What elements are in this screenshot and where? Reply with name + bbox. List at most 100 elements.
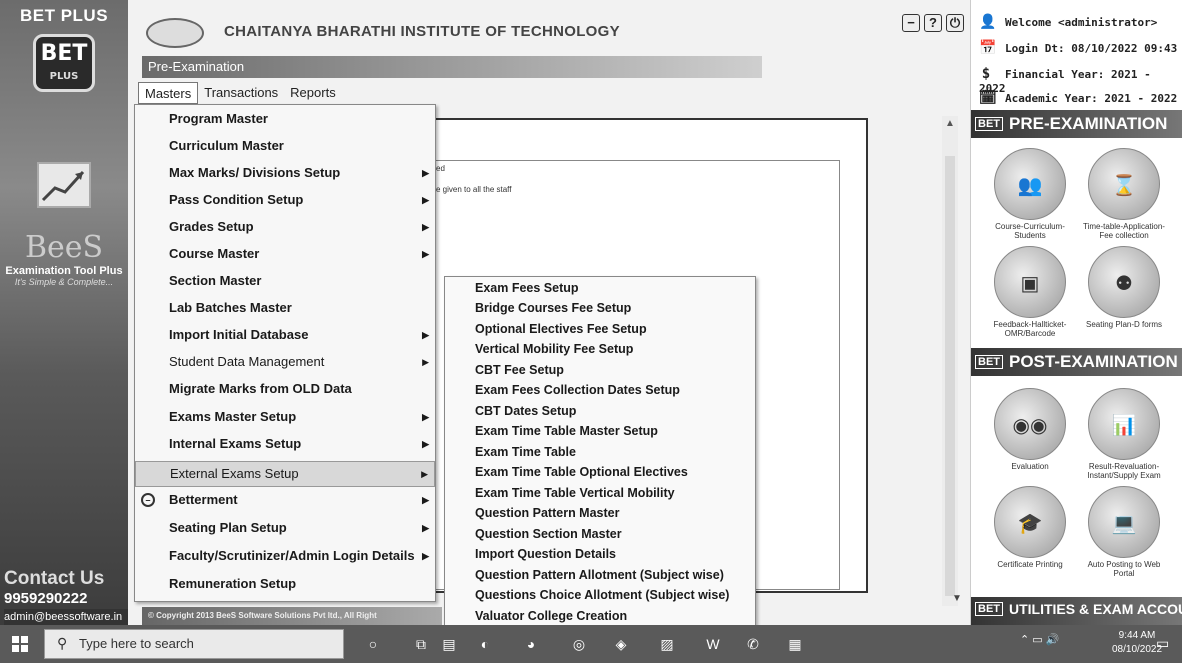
minimize-icon[interactable]: − <box>902 14 920 32</box>
betterment-icon: – <box>141 493 155 507</box>
menu-item-migrate-marks[interactable]: Migrate Marks from OLD Data <box>135 377 435 403</box>
omr-scanner-icon: ▣ <box>994 246 1066 318</box>
menu-item-internal-exams-setup[interactable]: Internal Exams Setup ▶ <box>135 432 435 458</box>
post-examination-header[interactable]: BET POST-EXAMINATION <box>971 348 1182 376</box>
menu-item-course-master[interactable]: Course Master ▶ <box>135 242 435 268</box>
submenu-item-question-section-master[interactable]: Question Section Master <box>475 527 622 541</box>
windows-start-icon[interactable] <box>12 636 28 652</box>
module-certificate-printing[interactable]: 🎓 Certificate Printing <box>985 486 1075 569</box>
help-icon[interactable]: ? <box>924 14 942 32</box>
content-scrollbar[interactable]: ▲ <box>942 116 958 606</box>
contact-block: Contact Us 9959290222 admin@beessoftware… <box>0 568 128 625</box>
module-title-bar: Pre-Examination <box>142 56 762 78</box>
submenu-arrow-icon: ▶ <box>422 523 429 533</box>
submenu-item-bridge-courses-fee[interactable]: Bridge Courses Fee Setup <box>475 301 631 315</box>
module-seating-plan[interactable]: ⚉ Seating Plan-D forms <box>1079 246 1169 329</box>
taskbar-clock[interactable]: 9:44 AM 08/10/2022 <box>1112 629 1162 657</box>
module-time-table[interactable]: ⌛ Time-table-Application-Fee collection <box>1079 148 1169 240</box>
module-auto-posting[interactable]: 💻 Auto Posting to Web Portal <box>1079 486 1169 578</box>
submenu-item-time-table-vertical-mobility[interactable]: Exam Time Table Vertical Mobility <box>475 486 675 500</box>
menu-item-student-data-management[interactable]: Student Data Management ▶ <box>135 350 435 376</box>
menu-item-section-master[interactable]: Section Master <box>135 269 435 295</box>
academic-calendar-icon: 🗓 <box>979 90 997 106</box>
chrome-icon[interactable]: ◎ <box>568 634 590 654</box>
photos-icon[interactable]: ▨ <box>656 634 678 654</box>
institute-logo <box>146 18 204 48</box>
menu-item-seating-plan[interactable]: Seating Plan Setup ▶ <box>135 516 435 542</box>
institute-name: CHAITANYA BHARATHI INSTITUTE OF TECHNOLO… <box>224 23 620 40</box>
submenu-arrow-icon: ▶ <box>422 439 429 449</box>
menu-item-lab-batches[interactable]: Lab Batches Master <box>135 296 435 322</box>
menu-item-max-marks[interactable]: Max Marks/ Divisions Setup ▶ <box>135 161 435 187</box>
menu-item-import-initial-database[interactable]: Import Initial Database ▶ <box>135 323 435 349</box>
module-evaluation[interactable]: ◉◉ Evaluation <box>985 388 1075 471</box>
submenu-item-exam-fees-setup[interactable]: Exam Fees Setup <box>475 281 579 295</box>
product-slogan: It's Simple & Complete... <box>14 277 114 287</box>
menu-item-faculty-login-details[interactable]: Faculty/Scrutinizer/Admin Login Details ▶ <box>135 544 435 570</box>
word-icon[interactable]: W <box>702 634 724 654</box>
power-icon[interactable]: ⏻ <box>946 14 964 32</box>
copyright-footer: © Copyright 2013 BeeS Software Solutions… <box>142 607 442 625</box>
menu-item-betterment[interactable]: – Betterment ▶ <box>135 488 435 514</box>
submenu-arrow-icon: ▶ <box>422 249 429 259</box>
scrollbar-thumb[interactable] <box>945 156 955 596</box>
submenu-arrow-icon: ▶ <box>422 168 429 178</box>
submenu-arrow-icon: ▶ <box>421 469 428 479</box>
submenu-item-optional-electives-fee[interactable]: Optional Electives Fee Setup <box>475 322 647 336</box>
certificate-icon: 🎓 <box>994 486 1066 558</box>
academic-year-row: 🗓 Academic Year: 2021 - 2022 <box>979 90 1178 106</box>
menu-reports[interactable]: Reports <box>284 82 342 104</box>
bees-logo: BeeS <box>24 230 104 265</box>
edge-icon[interactable]: ◐ <box>474 634 496 654</box>
utilities-header[interactable]: BETUTILITIES & EXAM ACCOUNT <box>971 597 1182 625</box>
app-icon[interactable]: ◈ <box>610 634 632 654</box>
submenu-item-valuator-college-creation[interactable]: Valuator College Creation <box>475 609 627 623</box>
scroll-down-icon[interactable]: ▼ <box>952 593 962 604</box>
students-icon: 👥 <box>994 148 1066 220</box>
submenu-item-fees-collection-dates[interactable]: Exam Fees Collection Dates Setup <box>475 383 680 397</box>
firefox-icon[interactable]: ◕ <box>520 634 542 654</box>
bet-app-icon[interactable]: ▦ <box>784 634 806 654</box>
submenu-item-cbt-dates-setup[interactable]: CBT Dates Setup <box>475 404 576 418</box>
product-tagline: Examination Tool Plus <box>5 265 123 277</box>
submenu-item-cbt-fee-setup[interactable]: CBT Fee Setup <box>475 363 564 377</box>
cortana-icon[interactable]: ○ <box>362 634 384 654</box>
bet-tag: BET <box>975 602 1003 616</box>
calendar-icon: 📅 <box>979 40 997 56</box>
submenu-item-question-pattern-master[interactable]: Question Pattern Master <box>475 506 619 520</box>
submenu-item-time-table-master[interactable]: Exam Time Table Master Setup <box>475 424 658 438</box>
menu-item-pass-condition[interactable]: Pass Condition Setup ▶ <box>135 188 435 214</box>
external-exams-submenu: Exam Fees Setup Bridge Courses Fee Setup… <box>444 276 756 628</box>
submenu-item-question-pattern-allotment[interactable]: Question Pattern Allotment (Subject wise… <box>475 568 724 582</box>
pre-examination-header[interactable]: BET PRE-EXAMINATION <box>971 110 1182 138</box>
submenu-item-vertical-mobility-fee[interactable]: Vertical Mobility Fee Setup <box>475 342 633 356</box>
menu-item-external-exams-setup[interactable]: External Exams Setup ▶ <box>135 461 435 487</box>
menu-item-program-master[interactable]: Program Master <box>135 107 435 133</box>
menu-transactions[interactable]: Transactions <box>198 82 284 104</box>
module-course-curriculum[interactable]: 👥 Course-Curriculum-Students <box>985 148 1075 240</box>
menu-item-remuneration-setup[interactable]: Remuneration Setup <box>135 572 435 598</box>
system-tray[interactable]: ⌃ ▭ 🔊 <box>1020 633 1059 646</box>
submenu-arrow-icon: ▶ <box>422 330 429 340</box>
submenu-item-time-table-optional-electives[interactable]: Exam Time Table Optional Electives <box>475 465 688 479</box>
submenu-item-questions-choice-allotment[interactable]: Questions Choice Allotment (Subject wise… <box>475 588 729 602</box>
user-icon: 👤 <box>979 14 997 30</box>
submenu-arrow-icon: ▶ <box>422 357 429 367</box>
module-result-revaluation[interactable]: 📊 Result-Revaluation-Instant/Supply Exam <box>1079 388 1169 480</box>
brand-title: BET PLUS <box>19 6 109 25</box>
menu-masters[interactable]: Masters <box>138 82 199 104</box>
contact-email[interactable]: admin@beessoftware.in <box>4 609 128 625</box>
scroll-up-icon[interactable]: ▲ <box>945 118 955 129</box>
submenu-item-exam-time-table[interactable]: Exam Time Table <box>475 445 576 459</box>
module-feedback-hallticket[interactable]: ▣ Feedback-Hallticket-OMR/Barcode <box>985 246 1075 338</box>
notification-icon[interactable]: ▭ <box>1156 635 1169 652</box>
taskbar-search-input[interactable]: ⚲ Type here to search <box>44 629 344 659</box>
menu-item-grades-setup[interactable]: Grades Setup ▶ <box>135 215 435 241</box>
file-explorer-icon[interactable]: ▤ <box>438 634 460 654</box>
menu-item-curriculum-master[interactable]: Curriculum Master <box>135 134 435 160</box>
menu-item-exams-master-setup[interactable]: Exams Master Setup ▶ <box>135 405 435 431</box>
bet-tag: BET <box>975 117 1003 131</box>
submenu-item-import-question-details[interactable]: Import Question Details <box>475 547 616 561</box>
whatsapp-icon[interactable]: ✆ <box>742 634 764 654</box>
task-view-icon[interactable]: ⧉ <box>410 634 432 654</box>
